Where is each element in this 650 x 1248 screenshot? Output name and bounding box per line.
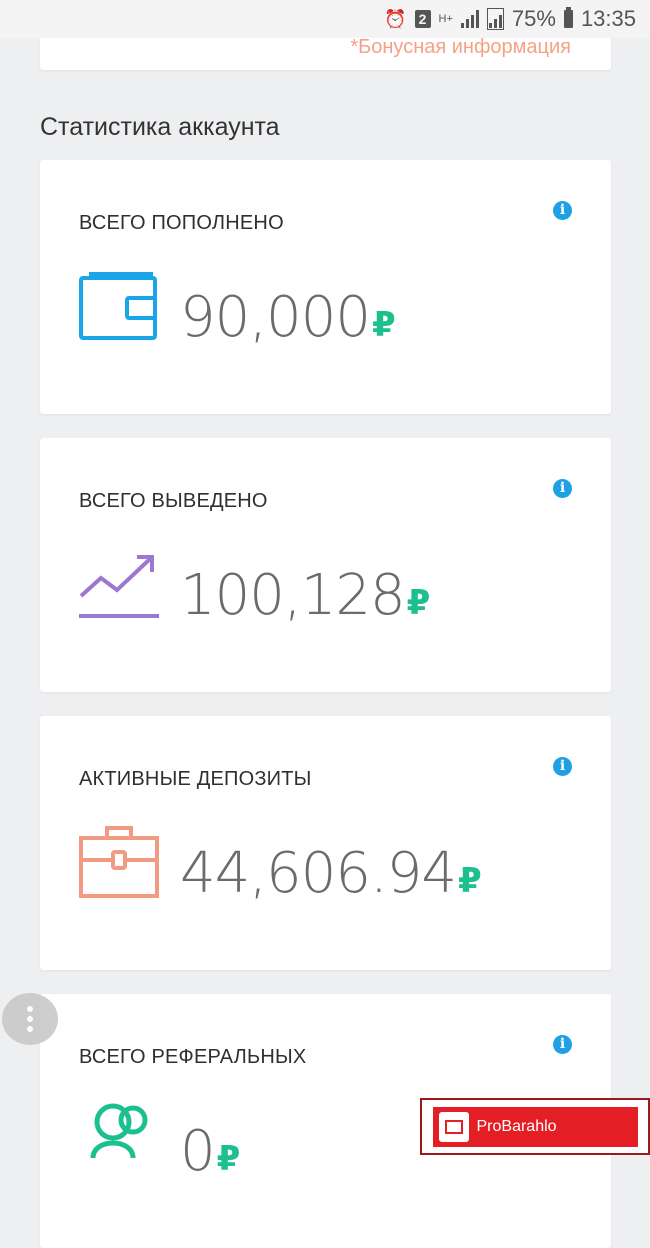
amount-value: 0 (180, 1119, 216, 1184)
network-type: H+ (438, 13, 453, 25)
battery-percent: 75% (511, 6, 556, 31)
clock: 13:35 (580, 6, 636, 31)
card-label: ВСЕГО ВЫВЕДЕНО (79, 490, 268, 512)
ruble-icon: ₽ (406, 583, 431, 623)
amount-value: 90,000 (180, 285, 371, 350)
referrals-icon (90, 1103, 148, 1159)
info-icon[interactable]: i (553, 201, 572, 220)
alarm-icon: ⏰ (384, 8, 407, 29)
bonus-card: *Бонусная информация (40, 36, 611, 70)
card-label: ВСЕГО РЕФЕРАЛЬНЫХ (79, 1046, 307, 1068)
ruble-icon: ₽ (216, 1139, 241, 1179)
briefcase-icon (79, 826, 159, 898)
ruble-icon: ₽ (371, 305, 396, 345)
dot (27, 1026, 33, 1032)
watermark-text: ProBarahlo (476, 1117, 557, 1135)
info-icon[interactable]: i (553, 757, 572, 776)
amount: 90,000₽ (180, 285, 396, 355)
dot (27, 1006, 33, 1012)
watermark-inner: ProBarahlo (432, 1106, 638, 1147)
info-icon[interactable]: i (553, 479, 572, 498)
sim-badge: 2 (414, 10, 431, 28)
amount: 100,128₽ (180, 563, 431, 633)
amount-value: 44,606.94 (180, 841, 457, 906)
info-icon[interactable]: i (553, 1035, 572, 1054)
amount: 44,606.94₽ (180, 841, 482, 911)
card-label: АКТИВНЫЕ ДЕПОЗИТЫ (79, 768, 312, 790)
watermark-logo: ProBarahlo (420, 1098, 650, 1155)
dot (27, 1016, 33, 1022)
amount-value: 100,128 (180, 563, 406, 628)
radio-icon (438, 1111, 469, 1142)
ruble-icon: ₽ (458, 861, 482, 901)
section-title: Статистика аккаунта (40, 113, 280, 141)
card-label: ВСЕГО ПОПОЛНЕНО (79, 212, 284, 234)
stat-card-withdrawn: ВСЕГО ВЫВЕДЕНО i 100,128₽ (40, 438, 611, 692)
trend-up-icon (79, 555, 159, 618)
battery-icon (563, 7, 573, 28)
amount: 0₽ (180, 1119, 241, 1189)
more-menu-button[interactable] (2, 993, 58, 1045)
wallet-icon (79, 272, 157, 340)
stat-card-active-deposits: АКТИВНЫЕ ДЕПОЗИТЫ i 44,606.94₽ (40, 716, 611, 970)
stat-card-deposited: ВСЕГО ПОПОЛНЕНО i 90,000₽ (40, 160, 611, 414)
status-bar: ⏰ 2 H+ 75% 13:35 (0, 0, 650, 38)
signal-icon (460, 10, 479, 28)
bonus-info-link[interactable]: *Бонусная информация (350, 36, 571, 59)
signal-icon-2 (486, 8, 504, 30)
